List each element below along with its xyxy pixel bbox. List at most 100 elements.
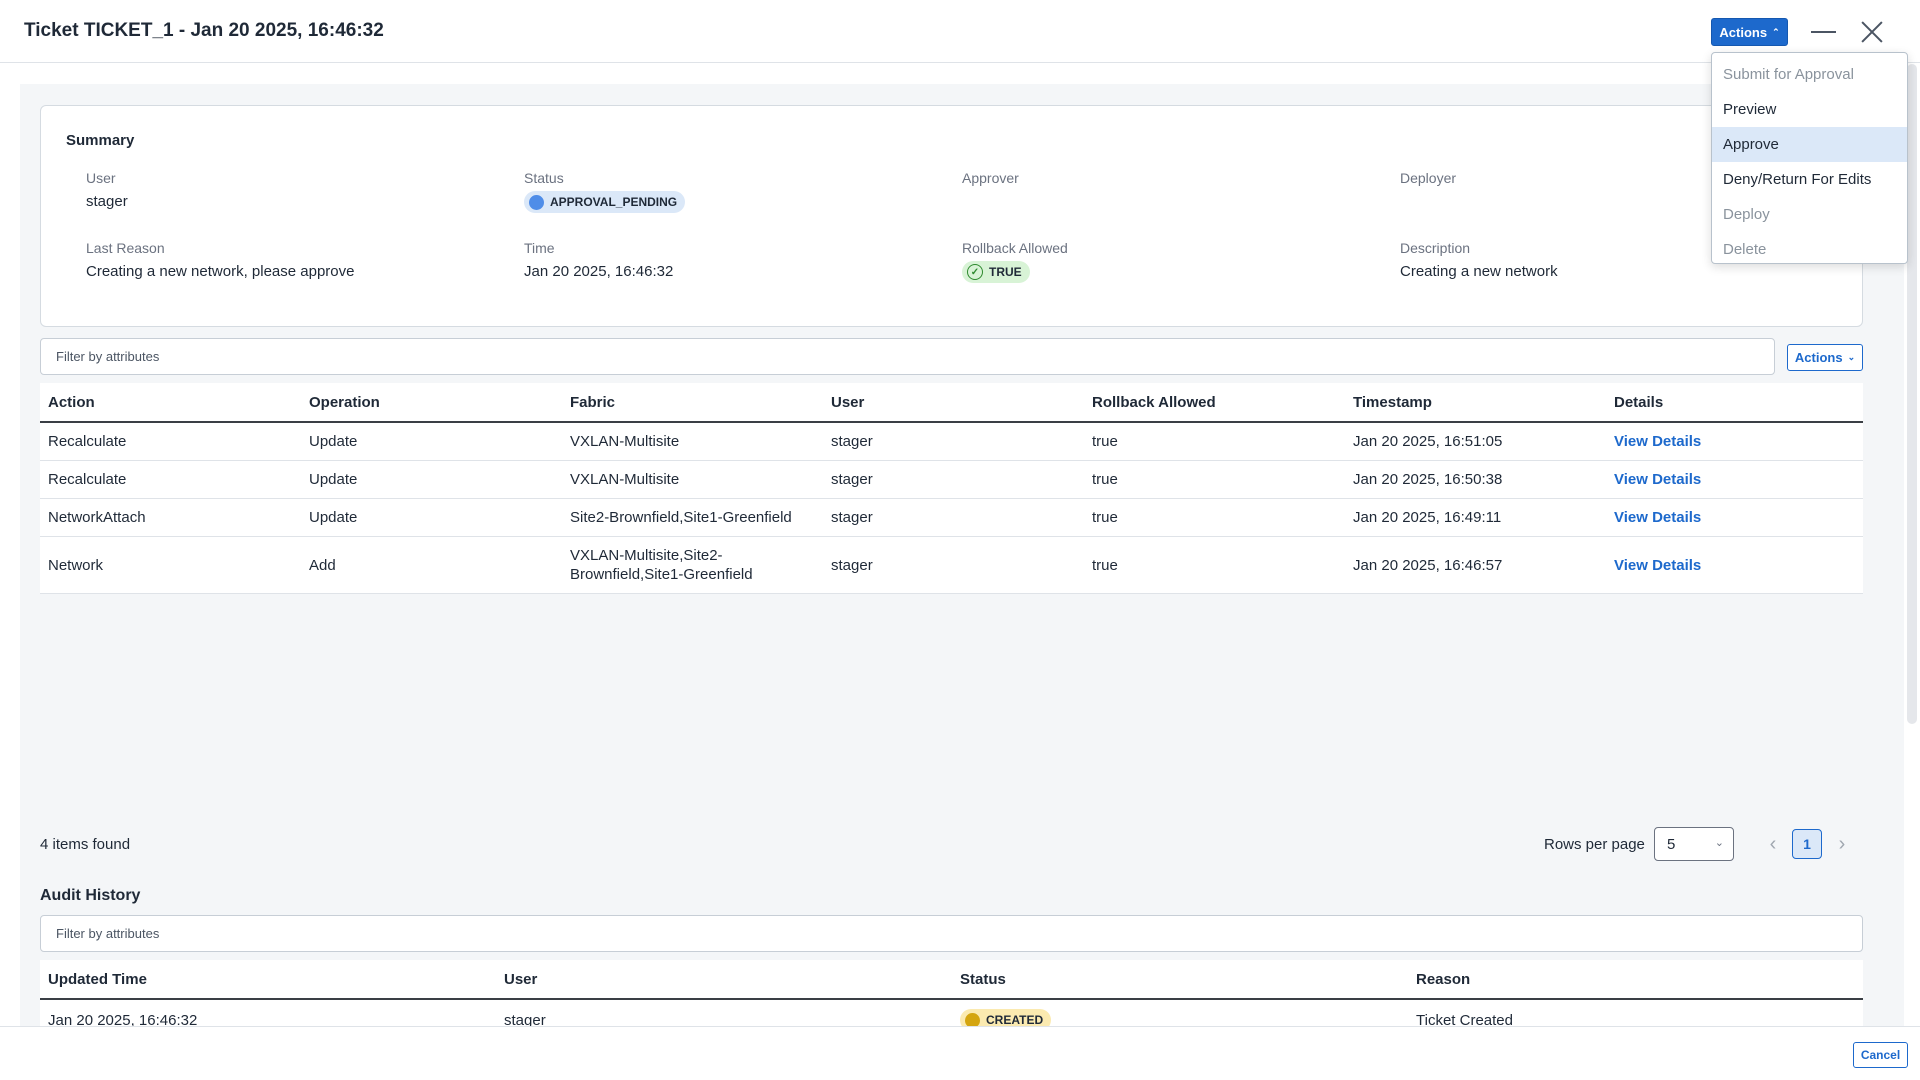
table-actions-button[interactable]: Actions ⌄ bbox=[1787, 344, 1863, 371]
cell-fabric: VXLAN-Multisite bbox=[570, 471, 680, 488]
cell-fabric-line2: Brownfield,Site1-Greenfield bbox=[570, 566, 753, 583]
modal-footer: Cancel bbox=[0, 1026, 1920, 1080]
menu-item-deploy[interactable]: Deploy bbox=[1712, 197, 1907, 232]
cell-user: stager bbox=[831, 433, 873, 450]
audit-filter-input[interactable] bbox=[40, 915, 1863, 952]
col-rollback[interactable]: Rollback Allowed bbox=[1092, 383, 1216, 421]
modal-header: Ticket TICKET_1 - Jan 20 2025, 16:46:32 … bbox=[0, 0, 1920, 63]
vertical-scrollbar[interactable] bbox=[1907, 64, 1917, 724]
summary-user-label: User bbox=[86, 170, 116, 186]
summary-last-reason: Last Reason Creating a new network, plea… bbox=[86, 240, 355, 280]
table-row: Recalculate Update VXLAN-Multisite stage… bbox=[40, 461, 1863, 499]
cell-operation: Update bbox=[309, 471, 358, 488]
summary-description: Description Creating a new network bbox=[1400, 240, 1558, 280]
cell-action: NetworkAttach bbox=[48, 509, 146, 526]
cell-audit-user: stager bbox=[504, 1011, 546, 1027]
cell-rollback: true bbox=[1092, 509, 1118, 526]
changes-filter-input[interactable] bbox=[40, 338, 1775, 375]
summary-card: Summary User stager Status APPROVAL_PEND… bbox=[40, 105, 1863, 327]
cell-timestamp: Jan 20 2025, 16:46:57 bbox=[1353, 556, 1503, 574]
summary-time-value: Jan 20 2025, 16:46:32 bbox=[524, 263, 674, 280]
table-row: Jan 20 2025, 16:46:32 stager CREATED Tic… bbox=[40, 1000, 1863, 1026]
table-row: Network Add VXLAN-Multisite,Site2- Brown… bbox=[40, 537, 1863, 594]
audit-header-row: Updated Time User Status Reason bbox=[40, 960, 1863, 1000]
menu-item-approve[interactable]: Approve bbox=[1712, 127, 1907, 162]
summary-last-reason-label: Last Reason bbox=[86, 240, 165, 256]
prev-page-button[interactable]: ‹ bbox=[1761, 830, 1785, 858]
check-circle-icon: ✓ bbox=[967, 264, 983, 280]
cell-fabric: VXLAN-Multisite bbox=[570, 433, 680, 450]
actions-dropdown-menu: Submit for Approval Preview Approve Deny… bbox=[1711, 52, 1908, 264]
items-found-count: 4 items found bbox=[40, 836, 131, 853]
summary-deployer: Deployer bbox=[1400, 170, 1456, 193]
cell-action: Network bbox=[48, 556, 104, 574]
minimize-icon[interactable] bbox=[1808, 18, 1838, 46]
cell-user: stager bbox=[831, 471, 873, 488]
cell-fabric: Site2-Brownfield,Site1-Greenfield bbox=[570, 509, 792, 526]
cell-timestamp: Jan 20 2025, 16:49:11 bbox=[1353, 509, 1502, 526]
chevron-down-icon: ⌄ bbox=[1847, 352, 1856, 362]
summary-approver: Approver bbox=[962, 170, 1019, 193]
cell-reason: Ticket Created bbox=[1416, 1011, 1513, 1027]
cell-action: Recalculate bbox=[48, 433, 127, 450]
rollback-badge-text: TRUE bbox=[989, 265, 1022, 279]
view-details-link[interactable]: View Details bbox=[1614, 423, 1701, 460]
chevron-down-icon: ⌄ bbox=[1714, 837, 1724, 849]
cell-rollback: true bbox=[1092, 471, 1118, 488]
menu-item-preview[interactable]: Preview bbox=[1712, 92, 1907, 127]
rows-per-page-value: 5 bbox=[1667, 835, 1676, 853]
table-header-row: Action Operation Fabric User Rollback Al… bbox=[40, 383, 1863, 423]
col-fabric[interactable]: Fabric bbox=[570, 383, 615, 421]
rows-per-page-label: Rows per page bbox=[1544, 836, 1645, 853]
col-user[interactable]: User bbox=[831, 383, 864, 421]
col-details[interactable]: Details bbox=[1614, 383, 1663, 421]
summary-approver-label: Approver bbox=[962, 170, 1019, 186]
menu-item-deny-return[interactable]: Deny/Return For Edits bbox=[1712, 162, 1907, 197]
rollback-badge: ✓ TRUE bbox=[962, 261, 1030, 283]
audit-history-title: Audit History bbox=[40, 887, 141, 904]
menu-item-submit-for-approval[interactable]: Submit for Approval bbox=[1712, 57, 1907, 92]
summary-time: Time Jan 20 2025, 16:46:32 bbox=[524, 240, 673, 280]
col-reason[interactable]: Reason bbox=[1416, 960, 1470, 998]
summary-last-reason-value: Creating a new network, please approve bbox=[86, 263, 355, 280]
cell-updated-time: Jan 20 2025, 16:46:32 bbox=[48, 1011, 198, 1027]
summary-user: User stager bbox=[86, 170, 128, 210]
col-action[interactable]: Action bbox=[48, 383, 95, 421]
cell-fabric: VXLAN-Multisite,Site2- Brownfield,Site1-… bbox=[570, 537, 753, 593]
col-audit-status[interactable]: Status bbox=[960, 960, 1006, 998]
view-details-link[interactable]: View Details bbox=[1614, 461, 1701, 498]
created-status-badge: CREATED bbox=[960, 1009, 1052, 1026]
cell-rollback: true bbox=[1092, 556, 1118, 574]
created-badge-text: CREATED bbox=[986, 1013, 1044, 1026]
summary-rollback: Rollback Allowed ✓ TRUE bbox=[962, 240, 1068, 283]
table-row: NetworkAttach Update Site2-Brownfield,Si… bbox=[40, 499, 1863, 537]
page-number-button[interactable]: 1 bbox=[1792, 829, 1822, 859]
col-updated-time[interactable]: Updated Time bbox=[48, 960, 147, 998]
status-dot-icon bbox=[965, 1012, 980, 1026]
summary-title: Summary bbox=[66, 132, 135, 149]
header-actions-button[interactable]: Actions ⌃ bbox=[1711, 18, 1788, 46]
view-details-link[interactable]: View Details bbox=[1614, 499, 1701, 536]
view-details-link[interactable]: View Details bbox=[1614, 537, 1701, 593]
next-page-button[interactable]: › bbox=[1830, 830, 1854, 858]
menu-item-delete[interactable]: Delete bbox=[1712, 232, 1907, 267]
chevron-up-icon: ⌃ bbox=[1772, 26, 1780, 37]
summary-description-label: Description bbox=[1400, 240, 1471, 256]
col-timestamp[interactable]: Timestamp bbox=[1353, 383, 1432, 421]
header-actions-label: Actions bbox=[1719, 24, 1768, 40]
cell-fabric-line1: VXLAN-Multisite,Site2- bbox=[570, 547, 723, 564]
summary-description-value: Creating a new network bbox=[1400, 263, 1558, 280]
status-badge: APPROVAL_PENDING bbox=[524, 191, 686, 213]
cell-operation: Update bbox=[309, 509, 358, 526]
rows-per-page-select[interactable]: 5 ⌄ bbox=[1654, 827, 1734, 861]
summary-rollback-label: Rollback Allowed bbox=[962, 240, 1068, 256]
status-badge-text: APPROVAL_PENDING bbox=[550, 195, 678, 209]
cell-operation: Update bbox=[309, 433, 358, 450]
summary-user-value: stager bbox=[86, 193, 128, 210]
summary-status-label: Status bbox=[524, 170, 564, 186]
col-operation[interactable]: Operation bbox=[309, 383, 380, 421]
col-audit-user[interactable]: User bbox=[504, 960, 537, 998]
close-icon[interactable] bbox=[1857, 18, 1887, 46]
cell-timestamp: Jan 20 2025, 16:51:05 bbox=[1353, 433, 1503, 450]
cancel-button[interactable]: Cancel bbox=[1853, 1042, 1908, 1068]
